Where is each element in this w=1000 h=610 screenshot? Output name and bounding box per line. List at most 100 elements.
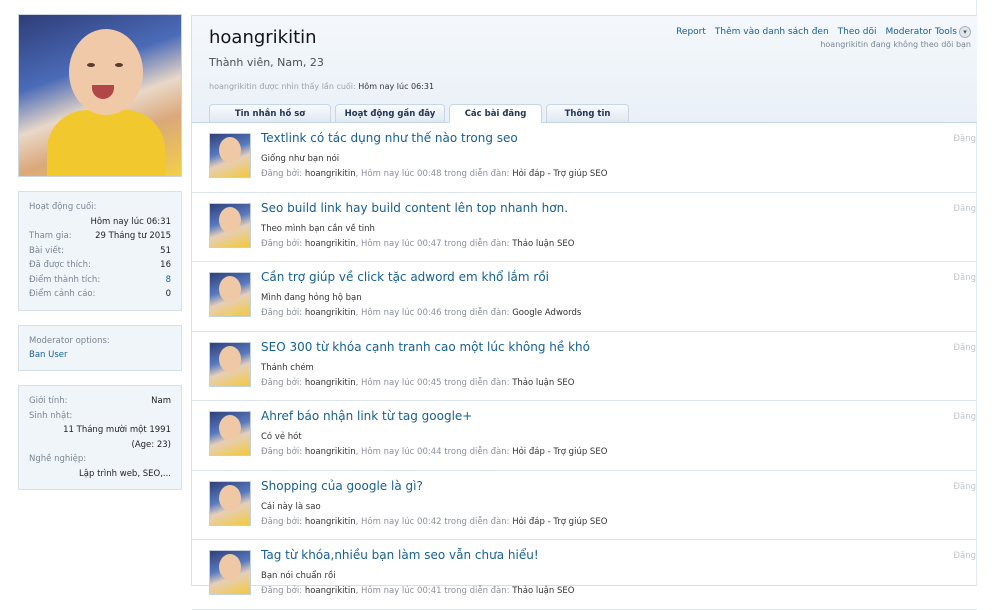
post-title-link[interactable]: Textlink có tác dụng như thế nào trong s… [261,131,518,145]
post-title-link[interactable]: Seo build link hay build content lên top… [261,201,568,215]
post-avatar[interactable] [209,272,251,317]
post-author-link[interactable]: hoangrikitin [305,517,356,527]
post-forum-link[interactable]: Thảo luận SEO [512,239,574,249]
report-link[interactable]: Report [676,27,706,37]
list-item: Seo build link hay build content lên top… [192,193,977,262]
avatar-shirt [47,110,165,176]
list-item: Ahref báo nhận link từ tag google+ Có vẻ… [192,401,977,471]
tab-profile-posts[interactable]: Tin nhắn hồ sơ [209,104,331,123]
post-forum-link[interactable]: Thảo luận SEO [512,378,574,388]
avatar-face [69,29,143,115]
post-meta-time: , Hôm nay lúc 00:41 trong diễn đàn: [355,586,513,596]
post-avatar[interactable] [209,411,251,456]
post-meta-time: , Hôm nay lúc 00:47 trong diễn đàn: [355,238,513,249]
post-meta-time: , Hôm nay lúc 00:44 trong diễn đàn: [355,447,513,457]
post-meta: Đăng bởi: hoangrikitin, Hôm nay lúc 00:4… [261,586,574,596]
post-meta-prefix: Đăng bởi: [261,447,305,457]
tab-information[interactable]: Thông tin [546,104,629,123]
avatar-face [219,206,241,233]
follow-link[interactable]: Theo dõi [838,27,877,37]
birthday-value: 11 Tháng mười một 1991 [63,425,171,435]
avatar[interactable] [18,14,182,177]
gender-label: Giới tính: [29,396,68,406]
post-author-link[interactable]: hoangrikitin [305,378,356,388]
tab-recent-activity[interactable]: Hoạt động gần đây [335,104,445,123]
tab-postings[interactable]: Các bài đăng [449,104,542,123]
post-meta-time: , Hôm nay lúc 00:45 trong diễn đàn: [355,377,513,388]
post-snippet: Theo mình bạn cần về tinh [261,223,375,234]
stat-label: Điểm thành tích: [29,274,101,285]
post-avatar[interactable] [209,480,251,526]
moderator-panel: Moderator options: Ban User [18,324,182,371]
list-item: SEO 300 từ khóa cạnh tranh cao một lúc k… [192,332,977,401]
post-snippet: Bạn nói chuẩn rồi [261,571,336,581]
stat-value: 16 [160,260,171,270]
avatar-eye [115,63,123,67]
post-author-link[interactable]: hoangrikitin [305,169,356,179]
post-forum-link[interactable]: Hỏi đáp - Trợ giúp SEO [512,447,607,457]
chevron-down-icon: ▾ [959,26,971,38]
post-avatar[interactable] [209,202,251,248]
post-type: Đăng [953,134,976,144]
post-avatar[interactable] [209,550,251,595]
ignore-link[interactable]: Thêm vào danh sách đen [715,27,829,37]
avatar-eye [87,63,95,67]
list-item: Textlink có tác dụng như thế nào trong s… [192,123,977,193]
profile-main: hoangrikitin Thành viên, Nam, 23 hoangri… [191,15,977,610]
post-meta-prefix: Đăng bởi: [261,586,305,596]
post-type: Đăng [953,551,976,561]
moderator-tools-label: Moderator Tools [885,27,957,37]
last-activity-label: Hoạt động cuối: [29,202,97,212]
post-meta-prefix: Đăng bởi: [261,308,305,318]
post-type: Đăng [953,412,976,422]
post-avatar[interactable] [209,133,251,178]
post-forum-link[interactable]: Hỏi đáp - Trợ giúp SEO [512,169,607,179]
post-author-link[interactable]: hoangrikitin [305,239,356,249]
job-label: Nghề nghiệp: [29,454,87,464]
post-snippet: Có vẻ hót [261,432,302,442]
post-type: Đăng [953,273,976,283]
post-forum-link[interactable]: Hỏi đáp - Trợ giúp SEO [512,517,607,527]
trophy-points-link[interactable]: 8 [166,273,171,288]
post-title-link[interactable]: Shopping của google là gì? [261,479,423,493]
post-meta: Đăng bởi: hoangrikitin, Hôm nay lúc 00:4… [261,169,607,179]
avatar-face [219,484,241,511]
birthday-label: Sinh nhật: [29,410,73,421]
follow-status: hoangrikitin đang không theo dõi bạn [820,40,971,49]
post-meta-time: , Hôm nay lúc 00:48 trong diễn đàn: [355,169,513,179]
post-meta: Đăng bởi: hoangrikitin, Hôm nay lúc 00:4… [261,447,607,457]
stat-row: Tham gia: 29 Tháng tư 2015 [29,229,171,244]
moderator-tools-link[interactable]: Moderator Tools ▾ [885,26,971,38]
stat-label: Đã được thích: [29,260,91,270]
post-avatar[interactable] [209,341,251,387]
last-seen: hoangrikitin được nhìn thấy lần cuối: Hô… [209,82,434,91]
post-title-link[interactable]: Cần trợ giúp về click tặc adword em khổ … [261,270,549,284]
post-forum-link[interactable]: Thảo luận SEO [512,586,574,596]
post-meta: Đăng bởi: hoangrikitin, Hôm nay lúc 00:4… [261,308,581,318]
profile-sidebar: Hoạt động cuối: Hôm nay lúc 06:31 Tham g… [18,14,182,490]
post-title-link[interactable]: Tag từ khóa,nhiều bạn làm seo vẫn chưa h… [261,548,539,562]
stat-row: Bài viết: 51 [29,244,171,259]
avatar-face [219,276,241,302]
avatar-face [219,345,241,372]
post-forum-link[interactable]: Google Adwords [512,308,581,318]
post-author-link[interactable]: hoangrikitin [305,586,356,596]
post-snippet: Giống như bạn nói [261,154,340,164]
stat-value: 0 [165,289,171,299]
moderator-options-label: Moderator options: [29,335,110,346]
last-seen-value: Hôm nay lúc 06:31 [358,82,435,91]
stat-label: Bài viết: [29,245,64,256]
post-title-link[interactable]: SEO 300 từ khóa cạnh tranh cao một lúc k… [261,340,590,354]
list-item: Cần trợ giúp về click tặc adword em khổ … [192,262,977,332]
post-meta-prefix: Đăng bởi: [261,169,305,179]
gender-row: Giới tính: Nam [29,394,171,409]
avatar-face [219,415,241,441]
ban-user-link[interactable]: Ban User [29,348,171,362]
gender-value: Nam [151,396,171,406]
profile-tabs: Tin nhắn hồ sơ Hoạt động gần đây Các bài… [209,104,629,123]
age-value: (Age: 23) [131,439,171,450]
post-author-link[interactable]: hoangrikitin [305,308,356,318]
post-title-link[interactable]: Ahref báo nhận link từ tag google+ [261,409,472,423]
post-author-link[interactable]: hoangrikitin [305,447,356,457]
list-item: Shopping của google là gì? Cái này là sa… [192,471,977,540]
